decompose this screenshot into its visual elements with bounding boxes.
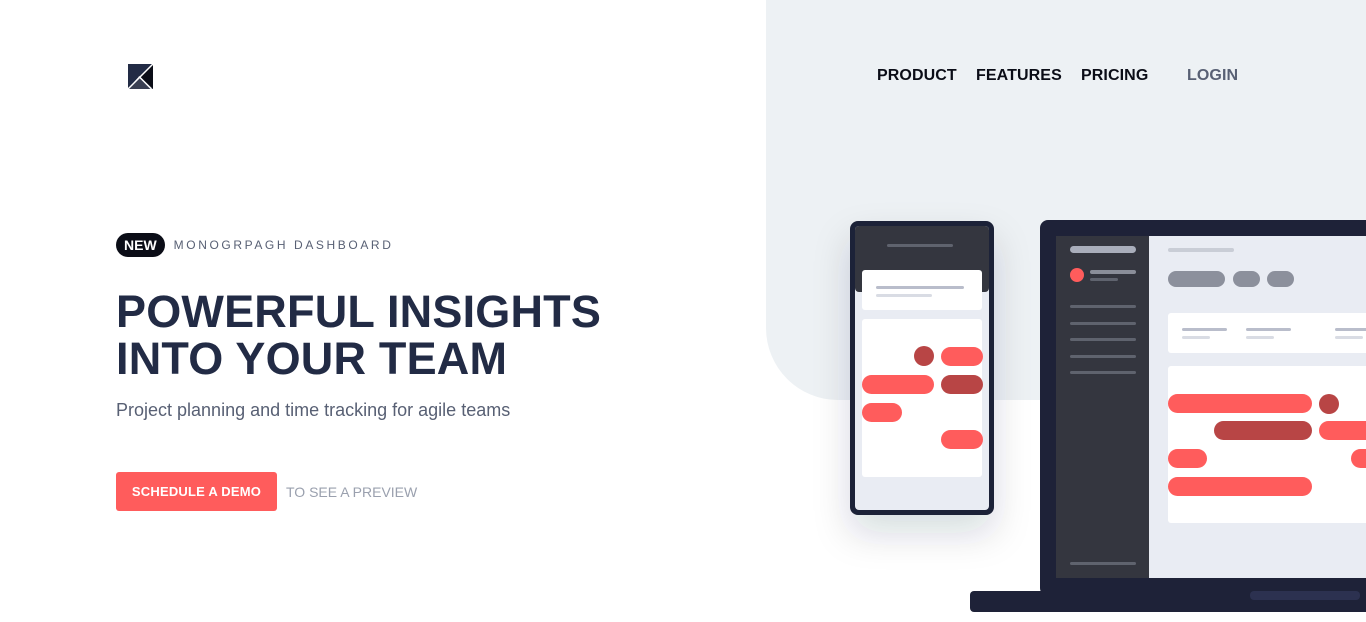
- laptop-illustration-icon: [970, 220, 1366, 612]
- phone-screen: [855, 226, 989, 510]
- devices-illustration: [850, 220, 1366, 612]
